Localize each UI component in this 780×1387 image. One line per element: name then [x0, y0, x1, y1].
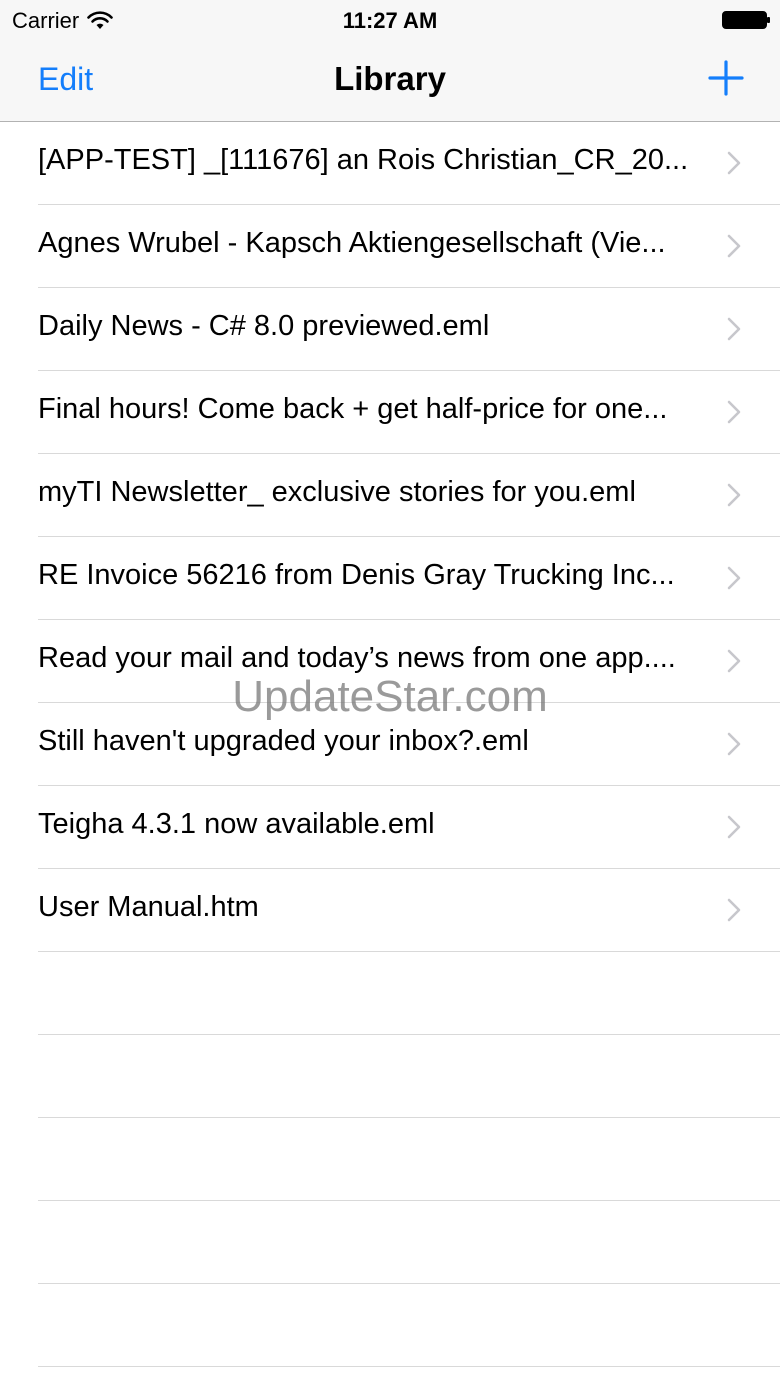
navigation-bar: Edit Library [0, 40, 780, 122]
screen: Carrier 11:27 AM Edit Library [APP-TEST]… [0, 0, 780, 1387]
battery-icon [722, 11, 770, 29]
empty-row [0, 1284, 780, 1367]
status-time: 11:27 AM [342, 8, 438, 33]
list-item-label: RE Invoice 56216 from Denis Gray Truckin… [38, 559, 675, 591]
chevron-right-icon [727, 815, 741, 839]
list-item-label: Agnes Wrubel - Kapsch Aktiengesellschaft… [38, 227, 666, 259]
list-item[interactable]: Still haven't upgraded your inbox?.eml [0, 703, 780, 786]
page-title: Library [334, 60, 446, 97]
chevron-right-icon [727, 400, 741, 424]
list-item-label: Read your mail and today’s news from one… [38, 642, 676, 674]
list-item-label: myTI Newsletter_ exclusive stories for y… [38, 476, 636, 508]
chevron-right-icon [727, 151, 741, 175]
chevron-right-icon [727, 566, 741, 590]
list-item-label: Teigha 4.3.1 now available.eml [38, 808, 435, 840]
empty-row [0, 1201, 780, 1284]
chevron-right-icon [727, 732, 741, 756]
chevron-right-icon [727, 317, 741, 341]
list-item[interactable]: Daily News - C# 8.0 previewed.eml [0, 288, 780, 371]
empty-row [0, 1035, 780, 1118]
list-item[interactable]: RE Invoice 56216 from Denis Gray Truckin… [0, 537, 780, 620]
list-item[interactable]: Teigha 4.3.1 now available.eml [0, 786, 780, 869]
list-item[interactable]: Final hours! Come back + get half-price … [0, 371, 780, 454]
list-item-label: Still haven't upgraded your inbox?.eml [38, 725, 529, 757]
list-item-label: User Manual.htm [38, 891, 259, 923]
chevron-right-icon [727, 898, 741, 922]
chevron-right-icon [727, 649, 741, 673]
library-list: [APP-TEST] _[111676] an Rois Christian_C… [0, 122, 780, 1367]
empty-row [0, 952, 780, 1035]
list-item-label: Final hours! Come back + get half-price … [38, 393, 668, 425]
list-item[interactable]: myTI Newsletter_ exclusive stories for y… [0, 454, 780, 537]
list-item[interactable]: Agnes Wrubel - Kapsch Aktiengesellschaft… [0, 205, 780, 288]
list-item-label: Daily News - C# 8.0 previewed.eml [38, 310, 490, 342]
status-bar: Carrier 11:27 AM [0, 0, 780, 40]
empty-row [0, 1118, 780, 1201]
list-item[interactable]: User Manual.htm [0, 869, 780, 952]
list-item[interactable]: [APP-TEST] _[111676] an Rois Christian_C… [0, 122, 780, 205]
plus-icon[interactable] [708, 60, 744, 96]
list-item[interactable]: Read your mail and today’s news from one… [0, 620, 780, 703]
chevron-right-icon [727, 483, 741, 507]
list-item-label: [APP-TEST] _[111676] an Rois Christian_C… [38, 144, 689, 176]
chevron-right-icon [727, 234, 741, 258]
